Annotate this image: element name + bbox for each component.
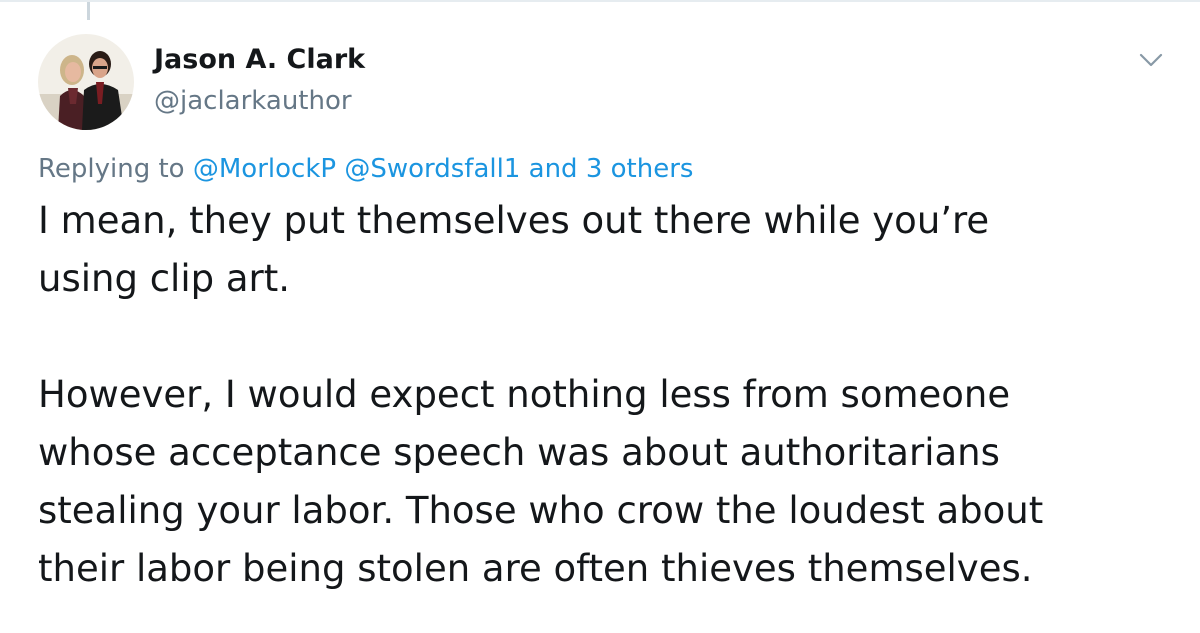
tweet-line: their labor being stolen are often thiev… <box>38 547 1033 590</box>
tweet-line: However, I would expect nothing less fro… <box>38 373 1011 416</box>
chevron-down-icon <box>1139 53 1163 67</box>
author-handle[interactable]: @jaclarkauthor <box>154 86 352 116</box>
mention-link[interactable]: @Swordsfall1 <box>344 154 520 184</box>
tweet-card: Jason A. Clark @jaclarkauthor Replying t… <box>0 0 1200 633</box>
author-display-name[interactable]: Jason A. Clark <box>154 44 365 75</box>
tweet-text: I mean, they put themselves out there wh… <box>38 192 1178 598</box>
thread-connector-line <box>87 2 90 20</box>
profile-photo-icon <box>38 34 134 130</box>
others-link[interactable]: and 3 others <box>529 154 694 184</box>
tweet-paragraph: However, I would expect nothing less fro… <box>38 366 1178 598</box>
mention-link[interactable]: @MorlockP <box>193 154 336 184</box>
tweet-line: I mean, they put themselves out there wh… <box>38 199 990 242</box>
replying-to-label: Replying to <box>38 154 185 184</box>
tweet-line: whose acceptance speech was about author… <box>38 431 1000 474</box>
tweet-menu-button[interactable] <box>1135 46 1167 74</box>
tweet-line: stealing your labor. Those who crow the … <box>38 489 1044 532</box>
tweet-line: using clip art. <box>38 257 291 300</box>
replying-to-line: Replying to @MorlockP @Swordsfall1 and 3… <box>38 154 693 184</box>
avatar[interactable] <box>38 34 134 130</box>
tweet-paragraph: I mean, they put themselves out there wh… <box>38 192 1178 308</box>
